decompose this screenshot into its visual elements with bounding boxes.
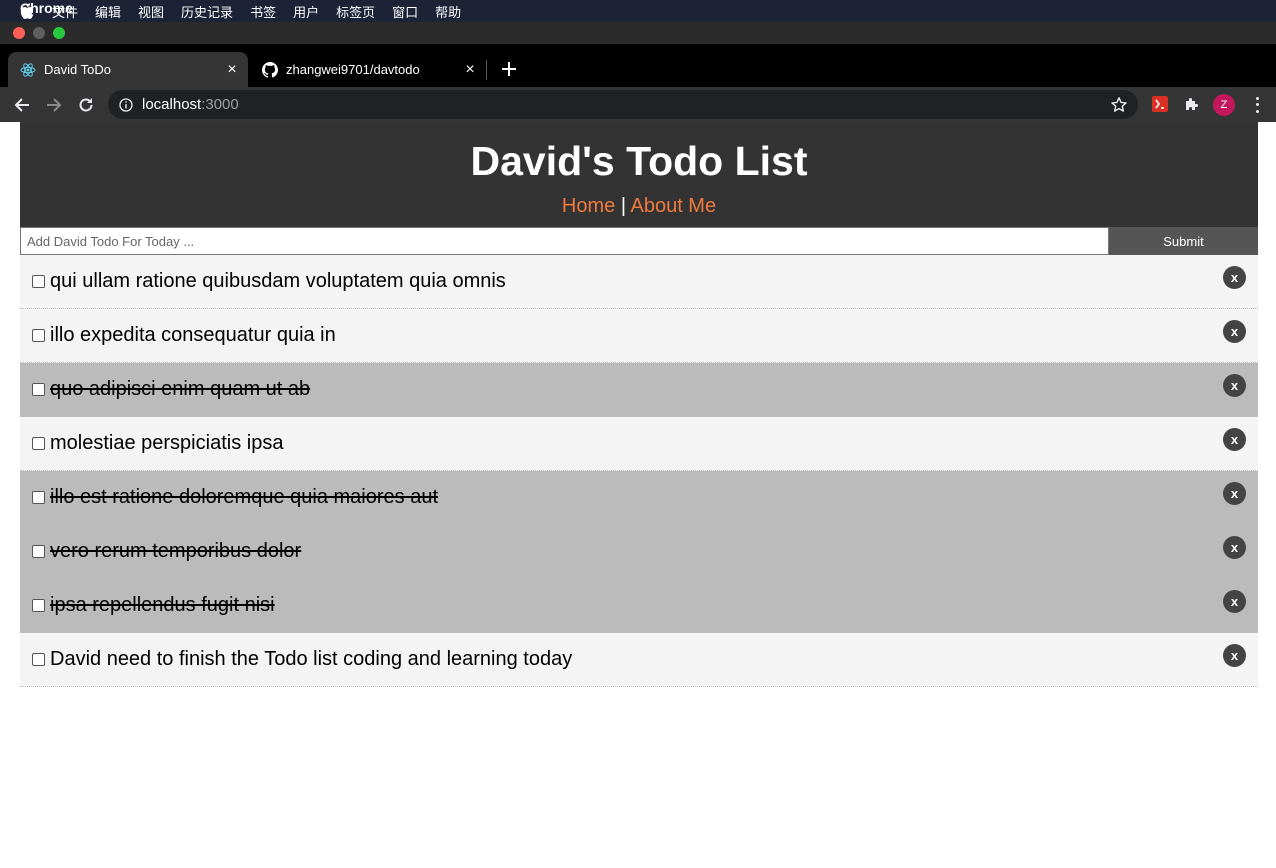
window-minimize-button[interactable] bbox=[33, 27, 45, 39]
todo-item: quo adipisci enim quam ut ab x bbox=[20, 363, 1258, 417]
todo-text: David need to finish the Todo list codin… bbox=[50, 648, 573, 670]
todo-checkbox[interactable] bbox=[32, 491, 45, 504]
todo-item: ipsa repellendus fugit nisi x bbox=[20, 579, 1258, 633]
delete-todo-button[interactable]: x bbox=[1223, 590, 1246, 613]
delete-todo-button[interactable]: x bbox=[1223, 320, 1246, 343]
todo-checkbox[interactable] bbox=[32, 275, 45, 288]
menu-bar: Chrome 文件 编辑 视图 历史记录 书签 用户 标签页 窗口 帮助 bbox=[0, 0, 1276, 22]
url-port: :3000 bbox=[201, 96, 239, 113]
todo-item: illo expedita consequatur quia in x bbox=[20, 309, 1258, 363]
close-icon[interactable]: × bbox=[462, 61, 478, 78]
todo-text: molestiae perspiciatis ipsa bbox=[50, 432, 284, 454]
back-arrow-icon[interactable] bbox=[10, 93, 34, 117]
todo-checkbox[interactable] bbox=[32, 329, 45, 342]
site-info-icon[interactable] bbox=[118, 97, 134, 113]
tab-title: David ToDo bbox=[44, 62, 111, 77]
todo-text: illo expedita consequatur quia in bbox=[50, 324, 336, 346]
todo-text: vero rerum temporibus dolor bbox=[50, 540, 302, 562]
menu-kebab-icon[interactable] bbox=[1249, 95, 1265, 115]
close-icon[interactable]: × bbox=[224, 61, 240, 78]
todo-item: molestiae perspiciatis ipsa x bbox=[20, 417, 1258, 471]
nav-link-about[interactable]: About Me bbox=[630, 195, 716, 217]
window-maximize-button[interactable] bbox=[53, 27, 65, 39]
reload-icon[interactable] bbox=[74, 93, 98, 117]
app-header: David's Todo List Home | About Me bbox=[20, 122, 1258, 227]
forward-arrow-icon[interactable] bbox=[42, 93, 66, 117]
delete-todo-button[interactable]: x bbox=[1223, 374, 1246, 397]
todo-app: David's Todo List Home | About Me Submit… bbox=[20, 122, 1258, 687]
todo-checkbox[interactable] bbox=[32, 437, 45, 450]
delete-todo-button[interactable]: x bbox=[1223, 644, 1246, 667]
page-title: David's Todo List bbox=[470, 138, 808, 184]
bookmark-star-icon[interactable] bbox=[1110, 96, 1128, 114]
page-viewport: David's Todo List Home | About Me Submit… bbox=[0, 122, 1276, 868]
add-todo-form: Submit bbox=[20, 227, 1258, 255]
delete-todo-button[interactable]: x bbox=[1223, 266, 1246, 289]
nav-link-home[interactable]: Home bbox=[562, 195, 615, 217]
tab-separator bbox=[486, 60, 487, 80]
submit-button[interactable]: Submit bbox=[1109, 227, 1258, 255]
tab-david-todo[interactable]: David ToDo × bbox=[8, 52, 248, 87]
todo-text: ipsa repellendus fugit nisi bbox=[50, 594, 275, 616]
header-nav: Home | About Me bbox=[20, 194, 1258, 218]
window-close-button[interactable] bbox=[13, 27, 25, 39]
address-bar[interactable]: localhost:3000 bbox=[108, 90, 1138, 119]
delete-todo-button[interactable]: x bbox=[1223, 428, 1246, 451]
github-icon bbox=[262, 61, 278, 78]
profile-avatar[interactable]: Z bbox=[1213, 94, 1235, 116]
react-icon bbox=[20, 62, 36, 78]
todo-item: vero rerum temporibus dolor x bbox=[20, 525, 1258, 579]
todo-list: qui ullam ratione quibusdam voluptatem q… bbox=[20, 255, 1258, 687]
delete-todo-button[interactable]: x bbox=[1223, 482, 1246, 505]
nav-separator: | bbox=[620, 195, 627, 217]
url-host: localhost bbox=[142, 96, 202, 113]
todo-text: illo est ratione doloremque quia maiores… bbox=[50, 486, 438, 508]
todo-text: qui ullam ratione quibusdam voluptatem q… bbox=[50, 270, 506, 292]
todo-checkbox[interactable] bbox=[32, 383, 45, 396]
new-tab-plus-icon[interactable] bbox=[498, 58, 520, 80]
todo-checkbox[interactable] bbox=[32, 545, 45, 558]
todo-text: quo adipisci enim quam ut ab bbox=[50, 378, 311, 400]
tab-title: zhangwei9701/davtodo bbox=[286, 62, 420, 77]
todo-checkbox[interactable] bbox=[32, 653, 45, 666]
todo-item: qui ullam ratione quibusdam voluptatem q… bbox=[20, 255, 1258, 309]
tab-github[interactable]: zhangwei9701/davtodo × bbox=[250, 52, 486, 87]
tab-strip: David ToDo × zhangwei9701/davtodo × bbox=[0, 44, 1276, 87]
todo-item: David need to finish the Todo list codin… bbox=[20, 633, 1258, 687]
delete-todo-button[interactable]: x bbox=[1223, 536, 1246, 559]
window-titlebar bbox=[0, 22, 1276, 44]
extensions-puzzle-icon[interactable] bbox=[1183, 95, 1201, 113]
todo-item: illo est ratione doloremque quia maiores… bbox=[20, 471, 1258, 525]
url-text: localhost:3000 bbox=[142, 96, 239, 113]
add-todo-input[interactable] bbox=[20, 227, 1109, 255]
extension-icon[interactable] bbox=[1151, 95, 1169, 113]
browser-toolbar: localhost:3000 Z bbox=[0, 87, 1276, 122]
menu-app-name[interactable]: Chrome bbox=[20, 0, 1258, 16]
todo-checkbox[interactable] bbox=[32, 599, 45, 612]
